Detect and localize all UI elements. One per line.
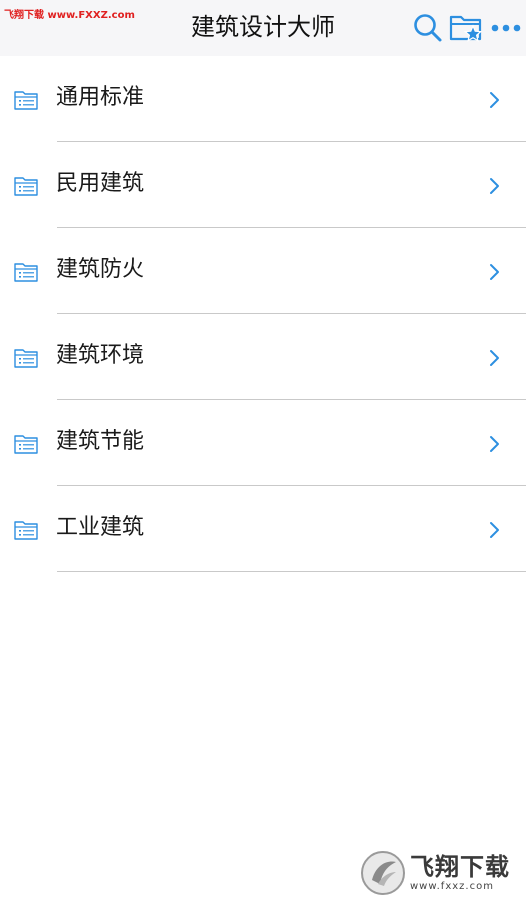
watermark-badge-url: www.fxxz.com: [410, 881, 494, 892]
category-item-fire-protection[interactable]: 建筑防火: [0, 228, 526, 314]
chevron-right-icon: [490, 178, 499, 194]
chevron-right-icon: [490, 436, 499, 452]
watermark-badge-text: 飞翔下载 www.fxxz.com: [410, 853, 510, 893]
category-item-industrial-buildings[interactable]: 工业建筑: [0, 486, 526, 572]
category-item-building-environment[interactable]: 建筑环境: [0, 314, 526, 400]
chevron-right-icon: [490, 92, 499, 108]
more-button[interactable]: [488, 10, 524, 46]
divider: [57, 571, 526, 572]
category-label: 建筑环境: [56, 343, 145, 368]
category-item-general-standards[interactable]: 通用标准: [0, 56, 526, 142]
favorites-button[interactable]: [448, 10, 484, 46]
top-bar: 飞翔下载 www.FXXZ.com 建筑设计大师: [0, 0, 526, 56]
chevron-right-icon: [490, 522, 499, 538]
list-folder-icon: [14, 349, 38, 368]
search-button[interactable]: [410, 10, 446, 46]
list-folder-icon: [14, 435, 38, 454]
list-folder-icon: [14, 91, 38, 110]
list-folder-icon: [14, 263, 38, 282]
chevron-right-icon: [490, 264, 499, 280]
category-label: 建筑节能: [56, 429, 145, 454]
category-item-civil-buildings[interactable]: 民用建筑: [0, 142, 526, 228]
category-label: 通用标准: [56, 85, 145, 110]
category-label: 工业建筑: [56, 515, 145, 540]
list-folder-icon: [14, 177, 38, 196]
more-icon: [491, 24, 521, 32]
category-label: 建筑防火: [56, 257, 145, 282]
watermark-logo-icon: [361, 851, 405, 895]
category-label: 民用建筑: [56, 171, 145, 196]
watermark-badge-title: 飞翔下载: [410, 853, 510, 881]
category-list: 通用标准 民用建筑 建筑防火 建筑环境 建筑节能 工业建筑: [0, 56, 526, 572]
search-icon: [414, 14, 442, 42]
list-folder-icon: [14, 521, 38, 540]
category-item-energy-saving[interactable]: 建筑节能: [0, 400, 526, 486]
watermark-badge: 飞翔下载 www.fxxz.com: [360, 850, 516, 896]
favorite-folder-icon: [449, 15, 483, 42]
chevron-right-icon: [490, 350, 499, 366]
